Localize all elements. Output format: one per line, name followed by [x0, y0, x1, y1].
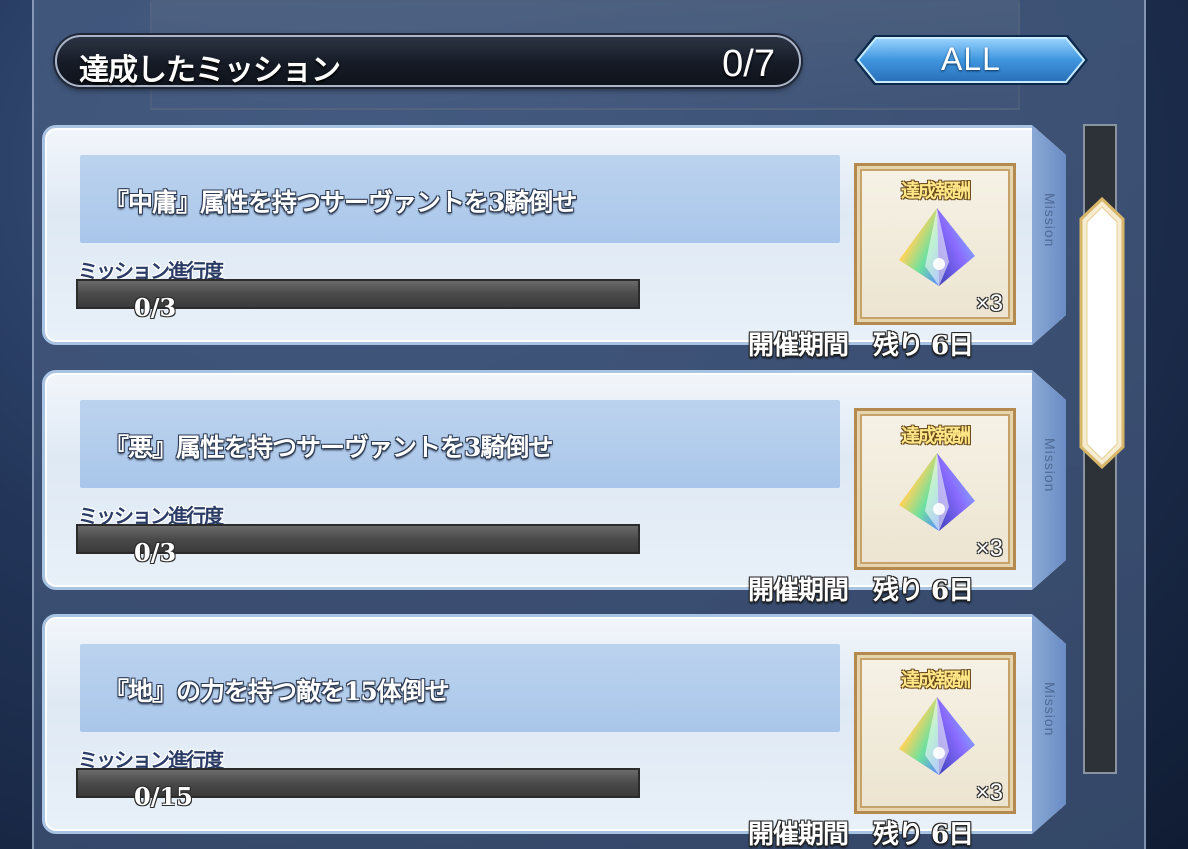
header-title: 達成したミッション	[79, 53, 341, 88]
reward-box[interactable]: 達成報酬 ×3	[854, 652, 1016, 814]
filter-all-label: ALL	[941, 41, 1001, 77]
saint-quartz-icon	[899, 697, 975, 775]
mission-title: 『中庸』属性を持つサーヴァントを3騎倒せ	[104, 188, 577, 217]
mission-card[interactable]: Mission 『悪』属性を持つサーヴァントを3騎倒せ ミッション進行度 0/3…	[42, 370, 1066, 606]
reward-label: 達成報酬	[900, 180, 971, 202]
saint-quartz-icon	[899, 208, 975, 286]
mission-title: 『地』の力を持つ敵を15体倒せ	[104, 677, 450, 706]
mission-card[interactable]: Mission 『中庸』属性を持つサーヴァントを3騎倒せ ミッション進行度 0/…	[42, 125, 1066, 361]
mission-side-label: Mission	[1042, 682, 1058, 737]
event-period: 開催期間 残り 6日	[748, 331, 974, 361]
filter-all-button[interactable]: ALL	[852, 33, 1090, 87]
scrollbar-thumb[interactable]	[1079, 196, 1125, 470]
reward-quantity: ×3	[975, 535, 1003, 562]
mission-side-label: Mission	[1042, 438, 1058, 493]
completed-missions-header: 達成したミッション 0/7	[55, 35, 801, 88]
mission-progress-text: 0/15	[134, 782, 193, 811]
event-period: 開催期間 残り 6日	[748, 576, 974, 606]
mission-progress-text: 0/3	[134, 293, 177, 322]
completed-count: 0/7	[722, 43, 775, 85]
reward-quantity: ×3	[975, 779, 1003, 806]
reward-box[interactable]: 達成報酬 ×3	[854, 408, 1016, 570]
mission-card[interactable]: Mission 『地』の力を持つ敵を15体倒せ ミッション進行度 0/15 達成…	[42, 614, 1066, 849]
mission-side-label: Mission	[1042, 193, 1058, 248]
mission-title: 『悪』属性を持つサーヴァントを3騎倒せ	[104, 433, 553, 462]
reward-label: 達成報酬	[900, 669, 971, 691]
reward-box[interactable]: 達成報酬 ×3	[854, 163, 1016, 325]
reward-label: 達成報酬	[900, 425, 971, 447]
reward-quantity: ×3	[975, 290, 1003, 317]
mission-progress-text: 0/3	[134, 538, 177, 567]
event-period: 開催期間 残り 6日	[748, 820, 974, 849]
saint-quartz-icon	[899, 453, 975, 531]
scrollbar-thumb-shape	[1079, 196, 1125, 470]
